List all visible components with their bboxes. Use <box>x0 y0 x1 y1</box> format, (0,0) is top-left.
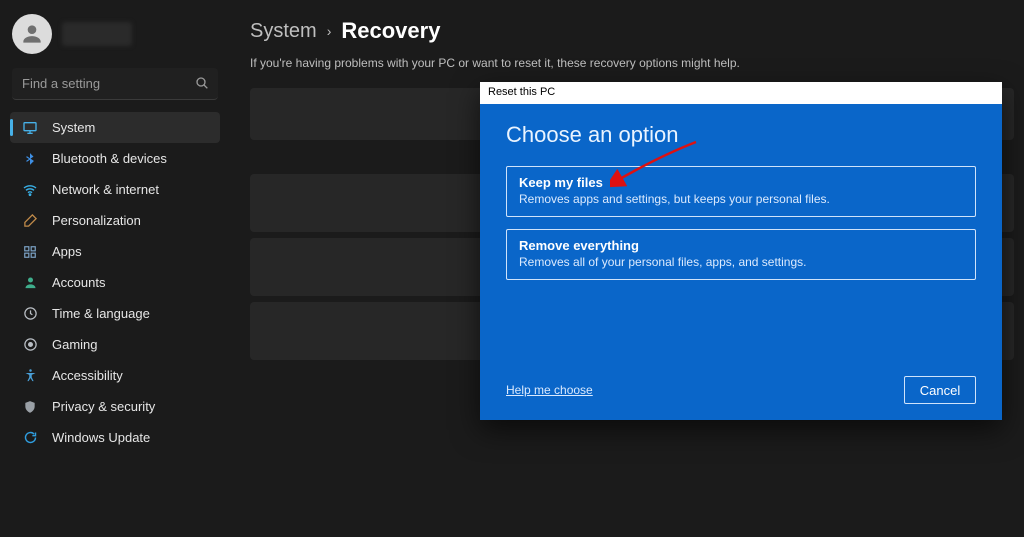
sidebar-item-label: Network & internet <box>52 182 159 197</box>
sidebar-item-system[interactable]: System <box>10 112 220 143</box>
user-name-redacted <box>62 22 132 46</box>
page-subtitle: If you're having problems with your PC o… <box>250 56 1014 70</box>
system-icon <box>22 120 38 136</box>
dialog-heading: Choose an option <box>506 122 976 148</box>
sidebar-item-personalization[interactable]: Personalization <box>10 205 220 236</box>
sidebar-item-apps[interactable]: Apps <box>10 236 220 267</box>
avatar <box>12 14 52 54</box>
sidebar-item-accounts[interactable]: Accounts <box>10 267 220 298</box>
breadcrumb-parent[interactable]: System <box>250 20 317 43</box>
sidebar-item-label: Privacy & security <box>52 399 155 414</box>
accessibility-icon <box>22 368 38 384</box>
sidebar-item-label: Accounts <box>52 275 105 290</box>
option-keep-files[interactable]: Keep my files Removes apps and settings,… <box>506 166 976 217</box>
sidebar-item-label: Accessibility <box>52 368 123 383</box>
settings-nav: System Bluetooth & devices Network & int… <box>10 112 220 453</box>
settings-sidebar: System Bluetooth & devices Network & int… <box>0 0 230 537</box>
brush-icon <box>22 213 38 229</box>
apps-icon <box>22 244 38 260</box>
sidebar-item-label: Gaming <box>52 337 98 352</box>
user-account-row[interactable] <box>10 8 220 64</box>
sidebar-item-label: Apps <box>52 244 82 259</box>
sidebar-item-network[interactable]: Network & internet <box>10 174 220 205</box>
sidebar-item-bluetooth[interactable]: Bluetooth & devices <box>10 143 220 174</box>
option-title: Remove everything <box>519 238 963 253</box>
reset-dialog: Reset this PC Choose an option Keep my f… <box>480 82 1002 420</box>
sidebar-item-label: Bluetooth & devices <box>52 151 167 166</box>
wifi-icon <box>22 182 38 198</box>
help-link[interactable]: Help me choose <box>506 383 593 397</box>
update-icon <box>22 430 38 446</box>
person-icon <box>19 21 45 47</box>
sidebar-item-label: Personalization <box>52 213 141 228</box>
shield-icon <box>22 399 38 415</box>
sidebar-item-update[interactable]: Windows Update <box>10 422 220 453</box>
gaming-icon <box>22 337 38 353</box>
option-desc: Removes all of your personal files, apps… <box>519 255 963 269</box>
clock-icon <box>22 306 38 322</box>
search-icon <box>194 75 210 91</box>
main-content: System › Recovery If you're having probl… <box>230 0 1024 537</box>
option-title: Keep my files <box>519 175 963 190</box>
sidebar-item-time[interactable]: Time & language <box>10 298 220 329</box>
sidebar-item-label: System <box>52 120 95 135</box>
sidebar-item-privacy[interactable]: Privacy & security <box>10 391 220 422</box>
search-input[interactable] <box>12 68 218 100</box>
chevron-right-icon: › <box>327 23 332 39</box>
dialog-titlebar: Reset this PC <box>480 82 1002 104</box>
page-title: Recovery <box>341 18 440 44</box>
sidebar-item-accessibility[interactable]: Accessibility <box>10 360 220 391</box>
sidebar-item-gaming[interactable]: Gaming <box>10 329 220 360</box>
bluetooth-icon <box>22 151 38 167</box>
sidebar-item-label: Time & language <box>52 306 150 321</box>
option-remove-everything[interactable]: Remove everything Removes all of your pe… <box>506 229 976 280</box>
breadcrumb: System › Recovery <box>250 10 1014 48</box>
sidebar-item-label: Windows Update <box>52 430 150 445</box>
account-icon <box>22 275 38 291</box>
option-desc: Removes apps and settings, but keeps you… <box>519 192 963 206</box>
cancel-button[interactable]: Cancel <box>904 376 976 404</box>
search-wrap <box>12 68 218 100</box>
